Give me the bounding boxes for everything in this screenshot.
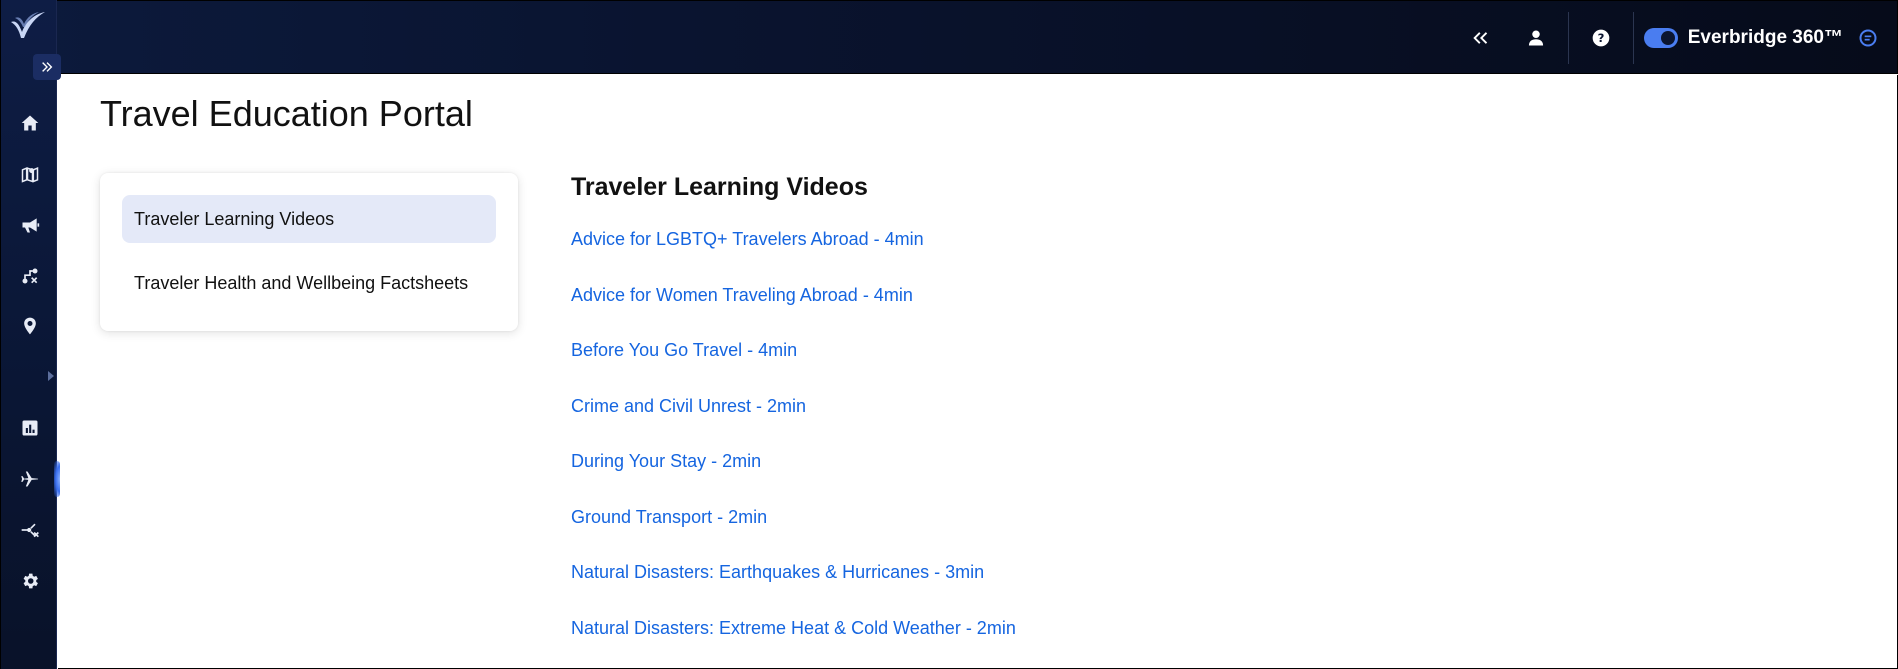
home-icon <box>21 115 38 131</box>
help-icon: ? <box>1592 29 1610 47</box>
help-button[interactable]: ? <box>1579 16 1623 60</box>
video-link[interactable]: Natural Disasters: Earthquakes & Hurrica… <box>571 562 984 582</box>
expand-sidebar-button[interactable] <box>33 54 61 80</box>
menu-item-learning-videos[interactable]: Traveler Learning Videos <box>122 195 496 243</box>
sidebar-item-notifications[interactable] <box>1 205 58 245</box>
map-icon <box>21 167 38 183</box>
section-title: Traveler Learning Videos <box>571 173 868 201</box>
sidebar-item-routes[interactable] <box>1 256 58 296</box>
brand-name: Everbridge 360™ <box>1687 27 1843 48</box>
header-divider <box>1632 12 1634 64</box>
chat-icon <box>1859 29 1877 47</box>
workflow-icon <box>21 523 39 538</box>
caret-right-icon[interactable] <box>47 370 55 382</box>
page-title: Travel Education Portal <box>100 93 473 134</box>
user-button[interactable] <box>1514 16 1558 60</box>
collapse-left-icon <box>1473 32 1487 44</box>
video-link[interactable]: Crime and Civil Unrest - 2min <box>571 396 806 416</box>
video-link[interactable]: Advice for LGBTQ+ Travelers Abroad - 4mi… <box>571 229 924 249</box>
gear-icon <box>23 573 38 589</box>
video-link[interactable]: Before You Go Travel - 4min <box>571 340 797 360</box>
header-actions: ? Everbridge 360™ <box>1458 1 1897 75</box>
brand-toggle[interactable]: Everbridge 360™ <box>1643 27 1843 49</box>
portal-menu-card: Traveler Learning Videos Traveler Health… <box>100 173 518 331</box>
top-header: ? Everbridge 360™ <box>0 0 1898 74</box>
list-item: Ground Transport - 2min <box>571 507 1016 563</box>
svg-text:?: ? <box>1597 31 1604 45</box>
menu-item-health-factsheets[interactable]: Traveler Health and Wellbeing Factsheets <box>122 259 496 307</box>
everbridge-logo[interactable] <box>9 8 47 42</box>
route-icon <box>22 268 37 284</box>
sidebar-item-reports[interactable] <box>1 408 58 448</box>
sidebar-item-map[interactable] <box>1 154 58 194</box>
sidebar-item-locations[interactable] <box>1 306 58 346</box>
sidebar-item-workflows[interactable] <box>1 510 58 550</box>
sidebar <box>0 0 61 669</box>
list-item: During Your Stay - 2min <box>571 451 1016 507</box>
list-item: Advice for LGBTQ+ Travelers Abroad - 4mi… <box>571 229 1016 285</box>
sidebar-item-travel[interactable] <box>1 459 60 499</box>
airplane-icon <box>20 471 38 487</box>
video-link[interactable]: Natural Disasters: Extreme Heat & Cold W… <box>571 618 1016 638</box>
header-divider <box>1567 12 1569 64</box>
sidebar-item-home[interactable] <box>1 103 58 143</box>
location-pin-icon <box>23 317 36 335</box>
toggle-switch[interactable] <box>1643 28 1678 48</box>
user-icon <box>1528 30 1543 46</box>
video-link[interactable]: Ground Transport - 2min <box>571 507 767 527</box>
video-list: Advice for LGBTQ+ Travelers Abroad - 4mi… <box>571 229 1016 669</box>
sidebar-item-settings[interactable] <box>1 561 58 601</box>
chevron-double-right-icon <box>42 62 53 72</box>
megaphone-icon <box>22 218 39 233</box>
list-item: Crime and Civil Unrest - 2min <box>571 396 1016 452</box>
chart-icon <box>22 420 37 436</box>
collapse-left-button[interactable] <box>1458 16 1502 60</box>
list-item: Natural Disasters: Extreme Heat & Cold W… <box>571 618 1016 669</box>
video-link[interactable]: During Your Stay - 2min <box>571 451 761 471</box>
main-content: Travel Education Portal Traveler Learnin… <box>58 75 1898 669</box>
list-item: Natural Disasters: Earthquakes & Hurrica… <box>571 562 1016 618</box>
list-item: Advice for Women Traveling Abroad - 4min <box>571 285 1016 341</box>
chat-button[interactable] <box>1857 27 1879 49</box>
video-link[interactable]: Advice for Women Traveling Abroad - 4min <box>571 285 913 305</box>
list-item: Before You Go Travel - 4min <box>571 340 1016 396</box>
